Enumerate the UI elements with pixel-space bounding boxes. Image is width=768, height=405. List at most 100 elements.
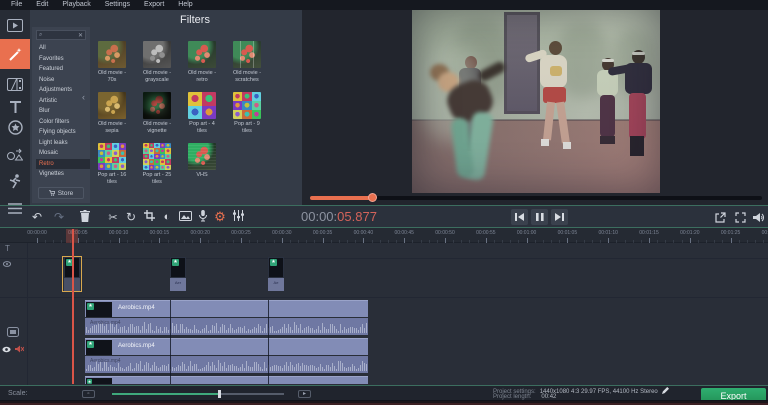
overlay-clip[interactable]: ★ Aer xyxy=(169,257,187,291)
rotate-button[interactable]: ↻ xyxy=(122,208,140,226)
waveform-bar xyxy=(196,364,197,371)
filter-search-input[interactable]: ⌕ ✕ xyxy=(36,30,86,40)
category-vignettes[interactable]: Vignettes xyxy=(36,169,90,180)
filter-item-old-movie-70s[interactable]: Old movie -70s xyxy=(95,41,129,83)
audio-tools-button[interactable] xyxy=(229,208,247,226)
menu-item-file[interactable]: File xyxy=(4,0,29,10)
menu-item-settings[interactable]: Settings xyxy=(98,0,137,10)
waveform-bar xyxy=(354,366,355,371)
unpin-player-button[interactable] xyxy=(712,209,728,225)
record-voice-button[interactable] xyxy=(194,208,212,226)
collapse-panel-arrow[interactable]: ‹ xyxy=(82,92,85,102)
filter-thumbnail[interactable] xyxy=(98,143,126,170)
menu-item-export[interactable]: Export xyxy=(137,0,171,10)
clip-settings-button[interactable]: ⚙ xyxy=(211,208,229,226)
split-button[interactable]: ✂ xyxy=(104,208,122,226)
sidebar-tool-more-tools[interactable] xyxy=(0,195,30,221)
sidebar-tool-callouts[interactable] xyxy=(0,141,30,167)
overlay-clip[interactable]: ★ Ae xyxy=(267,257,285,291)
category-mosaic[interactable]: Mosaic xyxy=(36,148,90,159)
audio-waveform-row-2[interactable]: Aerobics.mp4 xyxy=(85,356,368,373)
menu-item-edit[interactable]: Edit xyxy=(29,0,55,10)
ruler-tick xyxy=(412,240,414,243)
crop-button[interactable] xyxy=(140,208,158,226)
waveform-bar xyxy=(218,360,219,371)
filter-item-pop-art-25tiles[interactable]: Pop art - 25 tiles xyxy=(140,143,174,185)
sidebar-tool-filters[interactable] xyxy=(0,39,30,69)
video-clip-label: Aerobics.mp4 xyxy=(118,343,155,349)
seek-handle[interactable] xyxy=(368,193,377,202)
pop-tile xyxy=(202,105,216,119)
filter-thumbnail[interactable] xyxy=(188,92,216,119)
filter-thumbnail[interactable] xyxy=(143,143,171,170)
filter-item-old-movie-grayscale[interactable]: Old movie - grayscale xyxy=(140,41,174,83)
waveform-bar xyxy=(314,330,315,333)
star-badge-icon: ★ xyxy=(87,379,92,384)
timeline-ruler[interactable]: 00:00:00 00:00:05 00:00:10 00:00:15 00:00:20… xyxy=(0,228,768,243)
filter-label: Old movie - vignette xyxy=(142,121,172,134)
redo-button[interactable]: ↷ xyxy=(50,208,68,226)
clip-properties-button[interactable] xyxy=(176,208,194,226)
category-light-leaks[interactable]: Light leaks xyxy=(36,138,90,149)
audio-waveform-row-1[interactable]: Aerobics.mp4 xyxy=(85,318,368,335)
filter-item-old-movie-sepia[interactable]: Old movie - sepia xyxy=(95,92,129,134)
zoom-in-button[interactable]: ▸ xyxy=(298,390,311,398)
remove-button[interactable] xyxy=(76,208,94,226)
category-favorites[interactable]: Favorites xyxy=(36,54,90,65)
filter-item-old-movie-scratches[interactable]: Old movie - scratches xyxy=(230,41,264,83)
waveform-bar xyxy=(174,367,175,371)
filter-thumbnail[interactable] xyxy=(188,143,216,170)
track-mute-icon[interactable] xyxy=(15,340,25,358)
category-featured[interactable]: Featured xyxy=(36,64,90,75)
filter-item-pop-art-4tiles[interactable]: Pop art - 4 tiles xyxy=(185,92,219,134)
category-retro[interactable]: Retro xyxy=(36,158,90,169)
category-all[interactable]: All xyxy=(36,43,90,54)
clear-search-icon[interactable]: ✕ xyxy=(78,32,83,39)
video-clip-row-3-partial[interactable]: ★ xyxy=(85,376,368,384)
waveform-bar xyxy=(218,330,219,333)
category-noise[interactable]: Noise xyxy=(36,75,90,86)
category-flying-objects[interactable]: Flying objects xyxy=(36,127,90,138)
store-button[interactable]: Store xyxy=(38,187,84,199)
category-color-filters[interactable]: Color filters xyxy=(36,117,90,128)
sidebar-tool-stickers[interactable] xyxy=(0,114,30,140)
edit-pencil-icon[interactable] xyxy=(662,387,670,394)
category-blur[interactable]: Blur xyxy=(36,106,90,117)
title-track-visibility-icon[interactable] xyxy=(2,254,12,272)
seek-bar[interactable] xyxy=(310,196,762,200)
undo-button[interactable]: ↶ xyxy=(28,208,46,226)
filter-item-pop-art-16tiles[interactable]: Pop art - 16 tiles xyxy=(95,143,129,185)
menu-item-playback[interactable]: Playback xyxy=(55,0,97,10)
filter-thumbnail[interactable] xyxy=(143,92,171,119)
filter-thumbnail[interactable] xyxy=(98,92,126,119)
previous-frame-button[interactable] xyxy=(511,209,528,225)
ruler-tick xyxy=(453,240,455,243)
filter-item-vhs[interactable]: VHS xyxy=(185,143,219,179)
waveform-bar xyxy=(292,330,293,333)
waveform-bar xyxy=(256,327,257,333)
pause-button[interactable] xyxy=(531,209,548,225)
playhead[interactable] xyxy=(72,229,74,384)
video-clip-row-2[interactable]: ★ Aerobics.mp4 xyxy=(85,338,368,355)
waveform-bar xyxy=(140,330,141,333)
video-clip-row-1[interactable]: ★ Aerobics.mp4 xyxy=(85,300,368,317)
video-track-visibility-icon[interactable] xyxy=(2,340,11,358)
sidebar-tool-animation[interactable] xyxy=(0,168,30,194)
sidebar-tool-media[interactable] xyxy=(0,12,30,38)
filter-item-old-movie-vignette[interactable]: Old movie - vignette xyxy=(140,92,174,134)
scale-slider-handle[interactable] xyxy=(218,390,221,398)
waveform-bar xyxy=(278,330,279,333)
menu-item-help[interactable]: Help xyxy=(171,0,199,10)
fullscreen-button[interactable] xyxy=(732,209,748,225)
volume-button[interactable] xyxy=(751,209,767,225)
filter-thumbnail[interactable] xyxy=(188,41,216,68)
filter-thumbnail[interactable] xyxy=(98,41,126,68)
filter-item-pop-art-9tiles[interactable]: Pop art - 9 tiles xyxy=(230,92,264,134)
next-frame-button[interactable] xyxy=(551,209,568,225)
filter-thumbnail[interactable] xyxy=(233,41,261,68)
filter-thumbnail[interactable] xyxy=(143,41,171,68)
filter-item-old-movie-retro[interactable]: Old movie - retro xyxy=(185,41,219,83)
zoom-out-button[interactable]: ▫ xyxy=(82,390,95,398)
color-adjustments-button[interactable]: ◐ xyxy=(158,208,176,226)
filter-thumbnail[interactable] xyxy=(233,92,261,119)
